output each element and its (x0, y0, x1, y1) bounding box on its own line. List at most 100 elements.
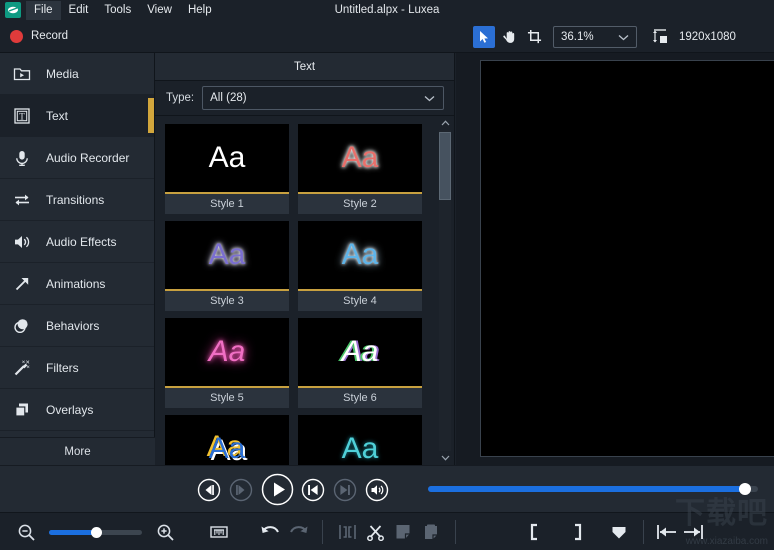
scroll-up-button[interactable] (438, 116, 452, 130)
library-header: Text (155, 53, 454, 81)
text-style-thumbnail: Aa (298, 124, 422, 194)
undo-button[interactable] (256, 518, 284, 546)
zoom-level-select[interactable]: 36.1% (553, 25, 637, 48)
main-toolbar: Record 36.1% 1920x1080 (0, 20, 774, 53)
fit-width-button[interactable] (654, 518, 706, 546)
text-box-icon: T (12, 106, 32, 126)
frame-forward-icon (229, 478, 253, 501)
split-button[interactable] (333, 518, 361, 546)
cursor-arrow-icon (480, 30, 488, 43)
skip-end-icon (333, 478, 357, 501)
sidebar-item-behaviors[interactable]: Behaviors (0, 305, 154, 347)
pan-tool-button[interactable] (498, 26, 520, 48)
undo-arrow-icon (261, 526, 279, 533)
paste-button[interactable] (417, 518, 445, 546)
preview-pane (456, 53, 774, 465)
text-style-card[interactable]: Aa Style 1 (165, 124, 289, 214)
sidebar-item-media[interactable]: Media (0, 53, 154, 95)
library-scrollbar[interactable] (438, 116, 452, 465)
text-style-thumbnail: Aa (165, 221, 289, 291)
sidebar-more-button[interactable]: More (0, 437, 155, 465)
sidebar-item-transitions[interactable]: Transitions (0, 179, 154, 221)
menu-edit[interactable]: Edit (61, 1, 97, 20)
text-style-grid: Aa Style 1 Aa Style 2 Aa Style 3 Aa Styl… (155, 116, 438, 465)
sidebar-label-media: Media (46, 66, 79, 81)
mark-out-button[interactable] (563, 518, 591, 546)
text-style-sample: Aa (208, 238, 246, 271)
library-title: Text (293, 60, 316, 73)
text-style-card[interactable]: Aa Style 5 (165, 318, 289, 408)
step-back-button[interactable] (196, 477, 222, 503)
text-style-sample: Aa (341, 238, 379, 271)
text-style-sample: Aa (208, 141, 246, 174)
text-style-thumbnail: Aa (298, 415, 422, 465)
zoom-in-button[interactable] (151, 518, 179, 546)
menu-file[interactable]: File (26, 0, 61, 20)
text-style-card[interactable]: Aa Style 7 (165, 415, 289, 465)
sidebar-item-animations[interactable]: Animations (0, 263, 154, 305)
microphone-icon (12, 148, 32, 168)
text-style-sample: Aa (341, 432, 379, 465)
fit-timeline-icon (210, 526, 228, 538)
arrow-up-right-icon (12, 274, 32, 294)
menu-tools[interactable]: Tools (96, 1, 139, 20)
zoom-slider-fill (49, 530, 96, 535)
playback-progress[interactable] (428, 480, 758, 498)
left-sidebar: Media T Text Audio Recorder Transitions … (0, 53, 155, 465)
svg-text:✕: ✕ (22, 359, 26, 364)
text-style-thumbnail: Aa (298, 221, 422, 291)
text-style-label: Style 3 (165, 291, 289, 311)
paste-icon (425, 524, 437, 539)
video-preview-canvas[interactable] (480, 60, 774, 457)
copy-icon (396, 525, 410, 539)
mark-in-button[interactable] (521, 518, 549, 546)
text-style-card[interactable]: Aa Style 6 (298, 318, 422, 408)
speaker-icon (365, 478, 389, 501)
resize-icon[interactable] (650, 26, 670, 48)
sidebar-item-filters[interactable]: ✕ ✕ ✕ Filters (0, 347, 154, 389)
volume-button[interactable] (364, 477, 390, 503)
menu-help[interactable]: Help (180, 1, 220, 20)
text-style-grid-wrapper: Aa Style 1 Aa Style 2 Aa Style 3 Aa Styl… (155, 116, 454, 465)
timeline-zoom-slider[interactable] (49, 524, 142, 540)
transport-bar (0, 465, 774, 512)
scroll-down-button[interactable] (438, 451, 452, 465)
transport-buttons (196, 471, 390, 508)
progress-handle[interactable] (738, 483, 751, 495)
redo-button[interactable] (284, 518, 312, 546)
step-forward-button[interactable] (228, 477, 254, 503)
record-label: Record (31, 30, 69, 42)
text-style-card[interactable]: Aa Style 8 (298, 415, 422, 465)
menu-view[interactable]: View (139, 1, 180, 20)
speaker-icon (12, 232, 32, 252)
timeline-toolbar: 下载吧 www.xiazaiba.com (0, 496, 774, 550)
copy-button[interactable] (389, 518, 417, 546)
sidebar-item-text[interactable]: T Text (0, 95, 154, 137)
sidebar-item-audio-effects[interactable]: Audio Effects (0, 221, 154, 263)
resolution-label: 1920x1080 (679, 30, 736, 43)
play-button[interactable] (260, 473, 294, 507)
fit-timeline-button[interactable] (205, 518, 233, 546)
text-style-card[interactable]: Aa Style 4 (298, 221, 422, 311)
text-style-card[interactable]: Aa Style 2 (298, 124, 422, 214)
sidebar-item-overlays[interactable]: Overlays (0, 389, 154, 431)
go-to-end-button[interactable] (332, 477, 358, 503)
crop-tool-button[interactable] (523, 26, 545, 48)
scissors-icon (366, 525, 384, 541)
marker-button[interactable] (605, 518, 633, 546)
sidebar-item-audio-recorder[interactable]: Audio Recorder (0, 137, 154, 179)
record-button[interactable]: Record (10, 26, 68, 46)
sidebar-label-animations: Animations (46, 276, 106, 291)
zoom-slider-handle[interactable] (90, 527, 102, 538)
scrollbar-thumb[interactable] (439, 132, 451, 200)
zoom-out-button[interactable] (12, 518, 40, 546)
chevron-down-icon (424, 89, 435, 107)
progress-fill (428, 486, 745, 492)
select-tool-button[interactable] (473, 25, 495, 48)
cut-button[interactable] (361, 518, 389, 546)
folder-play-icon (12, 64, 32, 84)
type-filter-select[interactable]: All (28) (202, 86, 444, 110)
text-style-card[interactable]: Aa Style 3 (165, 221, 289, 311)
hand-icon (502, 31, 514, 43)
go-to-start-button[interactable] (300, 477, 326, 503)
